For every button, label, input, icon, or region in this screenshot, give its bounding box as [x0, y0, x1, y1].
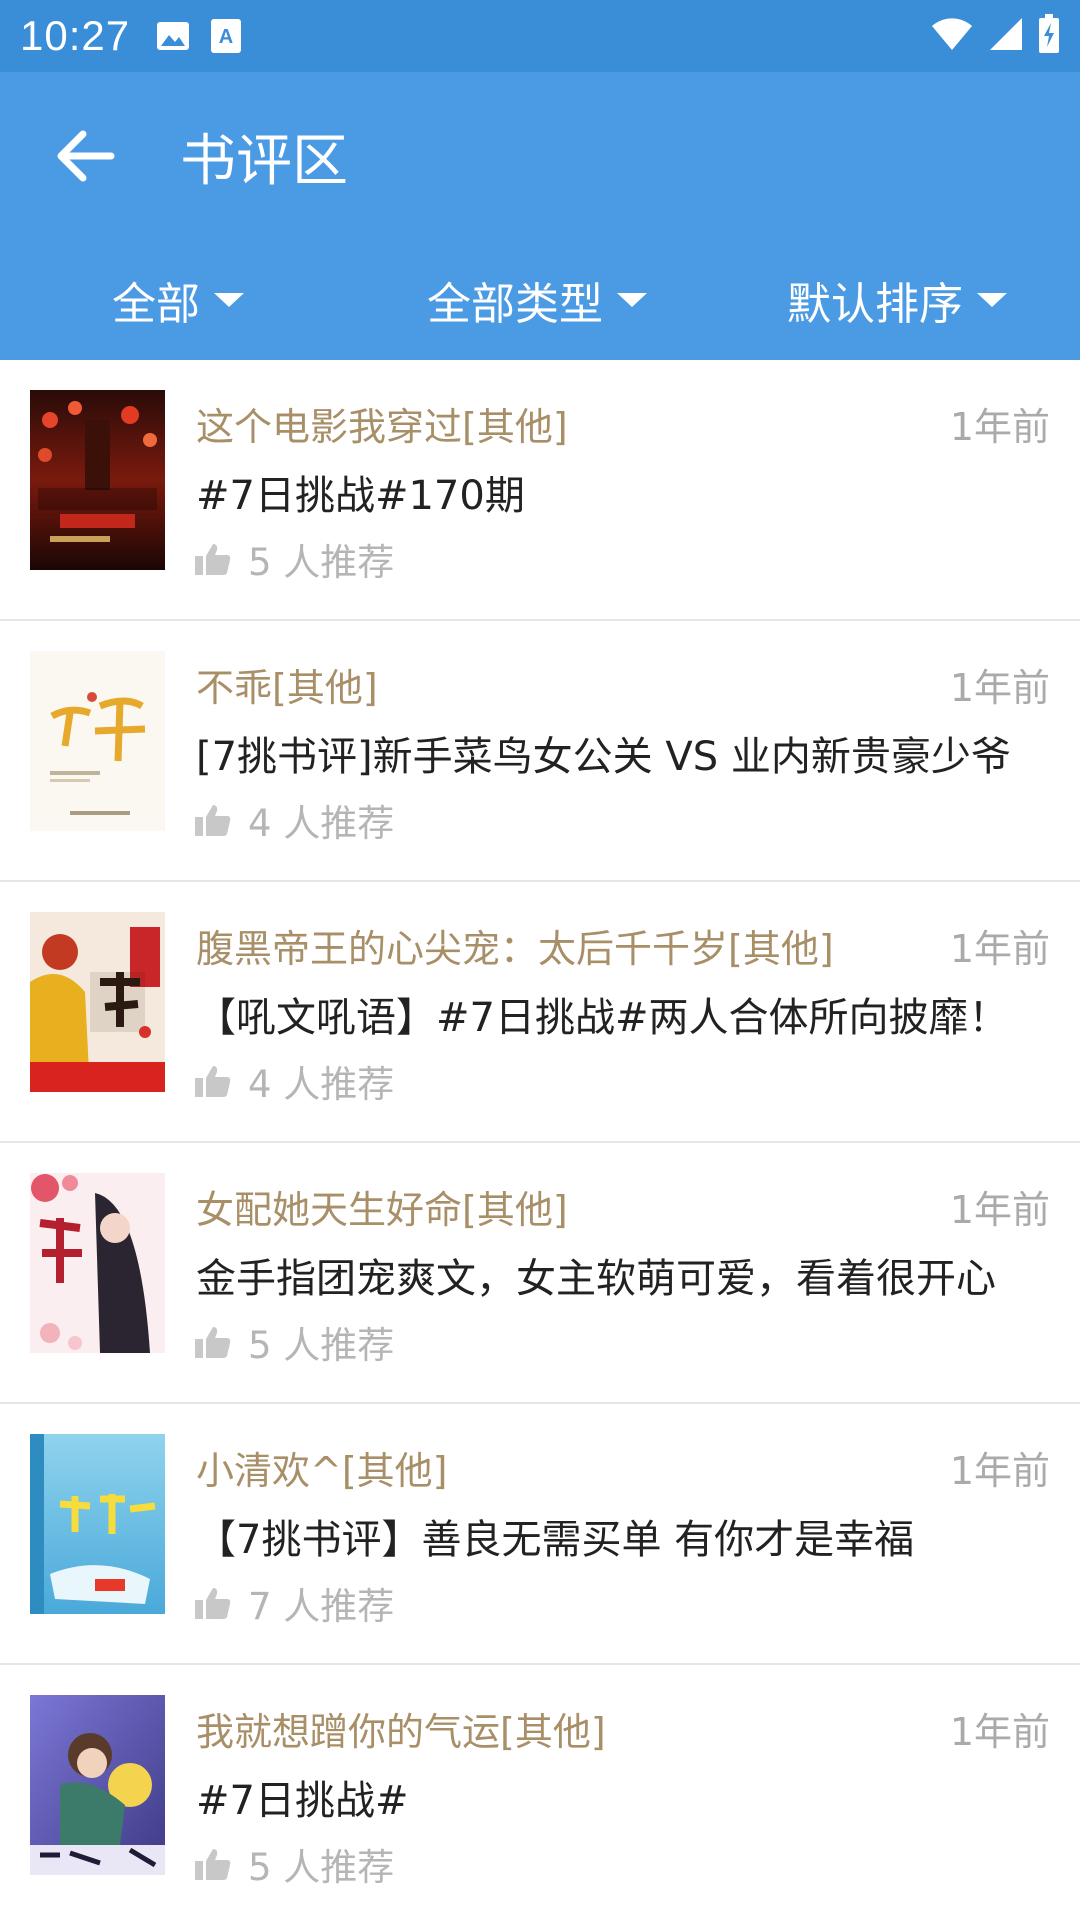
app-bar: 书评区 [0, 72, 1080, 240]
gallery-notification-icon [156, 19, 190, 53]
recommend-count: 5 人推荐 [194, 532, 394, 586]
arrow-left-icon [57, 130, 115, 182]
recommend-count: 4 人推荐 [194, 1054, 394, 1108]
status-time: 10:27 [20, 12, 131, 59]
review-title[interactable]: #7日挑战#170期 [196, 463, 525, 521]
thumbs-up-icon [195, 805, 231, 836]
review-item[interactable]: 这个电影我穿过[其他] 1年前 #7日挑战#170期 5 人推荐 [0, 360, 1080, 621]
svg-text:A: A [219, 26, 233, 48]
review-title[interactable]: 金手指团宠爽文，女主软萌可爱，看着很开心 [196, 1246, 996, 1304]
review-title[interactable]: 【7挑书评】善良无需买单 有你才是幸福 [196, 1507, 914, 1565]
status-bar: 10:27 A [0, 0, 1080, 72]
recommend-count: 5 人推荐 [194, 1837, 394, 1891]
thumbs-up-icon [195, 1066, 231, 1097]
book-title[interactable]: 小清欢^[其他] [196, 1440, 448, 1495]
review-item[interactable]: 腹黑帝王的心尖宠：太后千千岁[其他] 1年前 【吼文吼语】#7日挑战#两人合体所… [0, 882, 1080, 1143]
book-title[interactable]: 我就想蹭你的气运[其他] [196, 1701, 606, 1756]
review-time: 1年前 [949, 927, 1050, 971]
book-title[interactable]: 这个电影我穿过[其他] [196, 396, 568, 451]
cell-signal-icon [988, 16, 1024, 56]
review-time: 1年前 [949, 1188, 1050, 1232]
recommend-text: 7 人推荐 [248, 1585, 395, 1628]
caret-down-icon [617, 293, 647, 307]
book-cover-image [30, 1695, 165, 1875]
book-title[interactable]: 女配她天生好命[其他] [196, 1179, 568, 1234]
review-title[interactable]: [7挑书评]新手菜鸟女公关 VS 业内新贵豪少爷 [196, 724, 1011, 782]
review-item[interactable]: 小清欢^[其他] 1年前 【7挑书评】善良无需买单 有你才是幸福 7 人推荐 [0, 1404, 1080, 1665]
review-time: 1年前 [949, 1710, 1050, 1754]
review-title[interactable]: #7日挑战# [196, 1768, 408, 1826]
review-item[interactable]: 不乖[其他] 1年前 [7挑书评]新手菜鸟女公关 VS 业内新贵豪少爷 4 人推… [0, 621, 1080, 882]
book-cover-image [30, 390, 165, 570]
review-list: 这个电影我穿过[其他] 1年前 #7日挑战#170期 5 人推荐 不乖[其他] … [0, 360, 1080, 1920]
thumbs-up-icon [195, 1327, 231, 1358]
book-title[interactable]: 不乖[其他] [196, 657, 378, 712]
book-title[interactable]: 腹黑帝王的心尖宠：太后千千岁[其他] [196, 918, 834, 973]
filter-sort-dropdown[interactable]: 默认排序 [787, 240, 1007, 360]
recommend-text: 5 人推荐 [248, 1846, 395, 1889]
back-button[interactable] [30, 101, 140, 211]
book-cover-image [30, 1434, 165, 1614]
filter-bar: 全部 全部类型 默认排序 [0, 240, 1080, 360]
battery-icon [1038, 14, 1060, 58]
review-time: 1年前 [949, 666, 1050, 710]
recommend-count: 7 人推荐 [194, 1576, 394, 1630]
recommend-text: 4 人推荐 [248, 1063, 395, 1106]
thumbs-up-icon [195, 1849, 231, 1880]
wifi-icon [930, 16, 974, 56]
book-cover-image [30, 651, 165, 831]
review-time: 1年前 [949, 1449, 1050, 1493]
recommend-text: 5 人推荐 [248, 1324, 395, 1367]
book-cover-image [30, 912, 165, 1092]
thumbs-up-icon [195, 544, 231, 575]
review-title[interactable]: 【吼文吼语】#7日挑战#两人合体所向披靡！ [196, 985, 1008, 1043]
filter-label: 默认排序 [787, 279, 963, 330]
recommend-text: 4 人推荐 [248, 802, 395, 845]
book-cover-image [30, 1173, 165, 1353]
filter-label: 全部 [112, 279, 200, 330]
review-item[interactable]: 女配她天生好命[其他] 1年前 金手指团宠爽文，女主软萌可爱，看着很开心 5 人… [0, 1143, 1080, 1404]
recommend-text: 5 人推荐 [248, 541, 395, 584]
thumbs-up-icon [195, 1588, 231, 1619]
caret-down-icon [214, 293, 244, 307]
filter-label: 全部类型 [427, 279, 603, 330]
filter-type-dropdown[interactable]: 全部类型 [427, 240, 647, 360]
caret-down-icon [977, 293, 1007, 307]
recommend-count: 5 人推荐 [194, 1315, 394, 1369]
filter-all-dropdown[interactable]: 全部 [112, 240, 244, 360]
text-notification-icon: A [210, 18, 242, 54]
page-title: 书评区 [180, 128, 348, 194]
review-item[interactable]: 我就想蹭你的气运[其他] 1年前 #7日挑战# 5 人推荐 [0, 1665, 1080, 1920]
recommend-count: 4 人推荐 [194, 793, 394, 847]
review-time: 1年前 [949, 405, 1050, 449]
